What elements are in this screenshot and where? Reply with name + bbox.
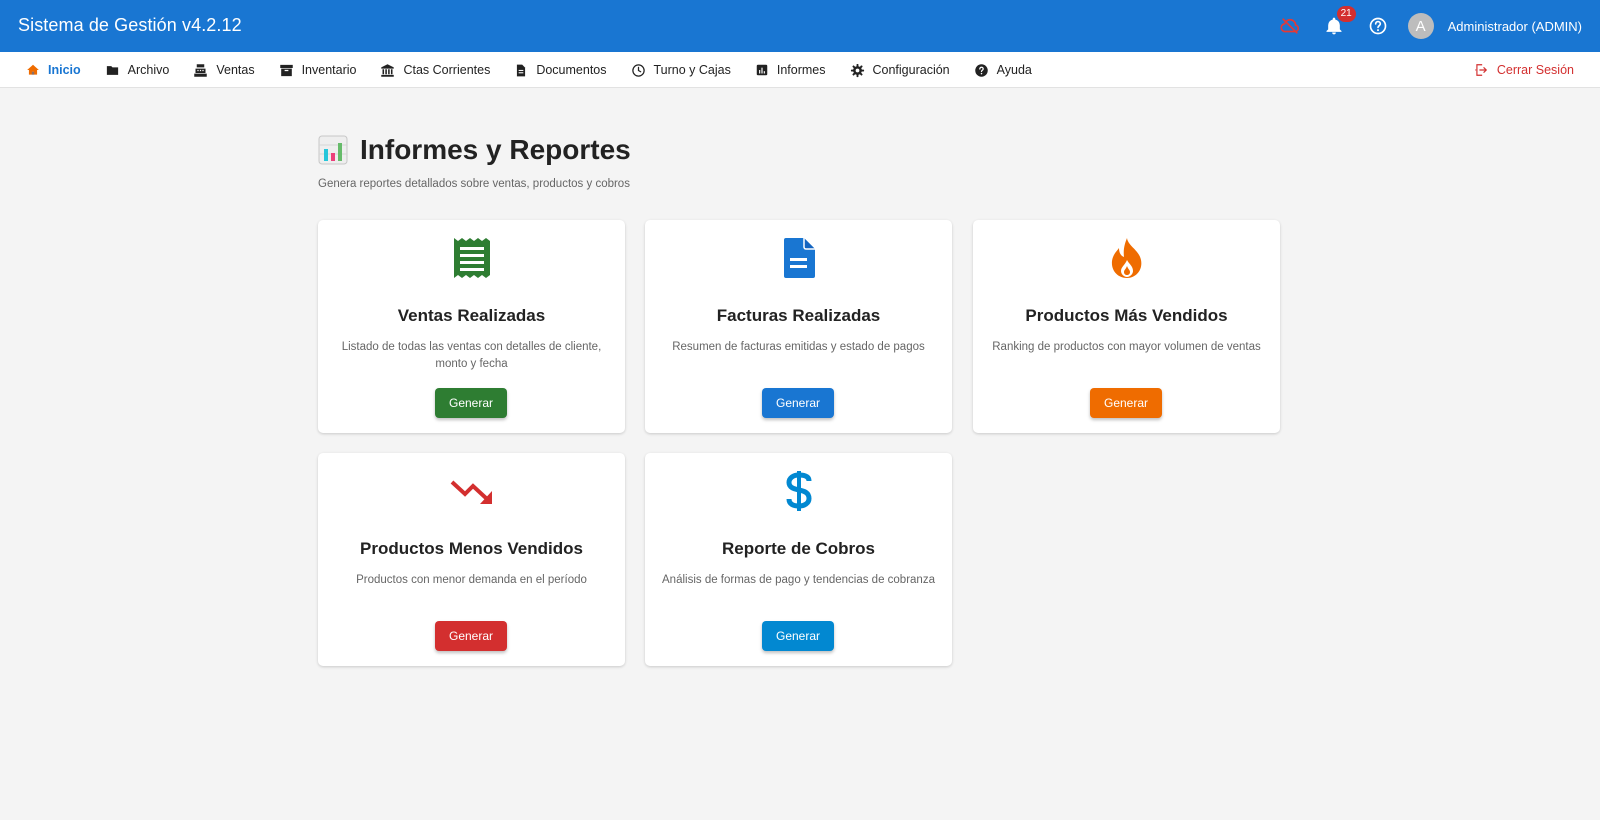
cash-register-icon xyxy=(194,63,208,77)
nav-item-documentos[interactable]: Documentos xyxy=(502,52,618,88)
report-card-reporte-de-cobros: Reporte de Cobros Análisis de formas de … xyxy=(645,453,952,666)
generar-ventas-button[interactable]: Generar xyxy=(435,388,507,418)
bank-icon xyxy=(381,63,395,77)
card-description: Resumen de facturas emitidas y estado de… xyxy=(672,341,925,353)
bar-chart-icon xyxy=(756,64,768,76)
nav-item-configuracion[interactable]: Configuración xyxy=(838,52,962,88)
app-bar-actions: 21 A Administrador (ADMIN) xyxy=(1260,0,1582,52)
invoice-icon xyxy=(783,238,815,278)
generar-mas-vendidos-button[interactable]: Generar xyxy=(1090,388,1162,418)
avatar[interactable]: A xyxy=(1407,13,1434,39)
report-card-productos-mas-vendidos: Productos Más Vendidos Ranking de produc… xyxy=(973,220,1280,433)
report-card-productos-menos-vendidos: Productos Menos Vendidos Productos con m… xyxy=(318,453,625,666)
card-description: Ranking de productos con mayor volumen d… xyxy=(992,341,1261,353)
nav-item-ayuda[interactable]: Ayuda xyxy=(962,52,1044,88)
nav-item-label: Ayuda xyxy=(996,63,1032,77)
generar-menos-vendidos-button[interactable]: Generar xyxy=(435,621,507,651)
card-title: Facturas Realizadas xyxy=(716,306,881,325)
card-title: Productos Menos Vendidos xyxy=(360,539,583,558)
receipt-icon xyxy=(453,238,490,278)
nav-item-label: Ctas Corrientes xyxy=(403,63,491,77)
page-subtitle: Genera reportes detallados sobre ventas,… xyxy=(318,178,630,190)
report-card-ventas-realizadas: Ventas Realizadas Listado de todas las v… xyxy=(318,220,625,433)
nav-item-label: Informes xyxy=(776,63,826,77)
nav-item-inicio[interactable]: Inicio xyxy=(14,52,93,88)
help-icon xyxy=(974,63,988,77)
generar-facturas-button[interactable]: Generar xyxy=(762,388,834,418)
nav-item-label: Turno y Cajas xyxy=(653,63,731,77)
notifications-button[interactable]: 21 xyxy=(1320,6,1356,40)
card-title: Productos Más Vendidos xyxy=(1025,306,1228,325)
fire-icon xyxy=(1111,238,1141,278)
page-heading: Informes y Reportes xyxy=(318,134,631,166)
generar-cobros-button[interactable]: Generar xyxy=(762,621,834,651)
logout-icon xyxy=(1475,64,1487,76)
app-bar: Sistema de Gestión v4.2.12 21 A Administ… xyxy=(0,0,1600,52)
nav-item-label: Documentos xyxy=(536,63,607,77)
nav-item-label: Inventario xyxy=(301,63,357,77)
dollar-icon xyxy=(785,471,812,511)
card-title: Ventas Realizadas xyxy=(397,306,546,325)
clock-icon xyxy=(631,63,645,77)
nav-item-informes[interactable]: Informes xyxy=(743,52,838,88)
nav-item-label: Archivo xyxy=(127,63,170,77)
card-title: Reporte de Cobros xyxy=(721,539,876,558)
gear-icon xyxy=(850,63,864,77)
nav-bar: Inicio Archivo Ventas Inventario Ctas Co… xyxy=(0,52,1600,88)
nav-item-label: Inicio xyxy=(48,63,81,77)
trending-down-icon xyxy=(450,480,492,504)
nav-item-label: Configuración xyxy=(872,63,950,77)
report-card-facturas-realizadas: Facturas Realizadas Resumen de facturas … xyxy=(645,220,952,433)
nav-items: Inicio Archivo Ventas Inventario Ctas Co… xyxy=(14,52,1044,88)
folder-icon xyxy=(106,65,118,75)
bar-chart-icon xyxy=(318,135,348,165)
card-description: Productos con menor demanda en el períod… xyxy=(356,574,587,586)
home-icon xyxy=(27,64,39,75)
card-description: Listado de todas las ventas con detalles… xyxy=(341,341,602,370)
nav-item-ventas[interactable]: Ventas xyxy=(181,52,266,88)
nav-item-archivo[interactable]: Archivo xyxy=(93,52,182,88)
nav-item-turno-y-cajas[interactable]: Turno y Cajas xyxy=(619,52,743,88)
logout-label: Cerrar Sesión xyxy=(1496,63,1574,77)
nav-item-inventario[interactable]: Inventario xyxy=(267,52,369,88)
user-name[interactable]: Administrador (ADMIN) xyxy=(1448,19,1582,34)
nav-item-ctas-corrientes[interactable]: Ctas Corrientes xyxy=(368,52,502,88)
help-circle-icon[interactable] xyxy=(1364,12,1392,40)
logout-button[interactable]: Cerrar Sesión xyxy=(1474,52,1574,88)
page-title: Informes y Reportes xyxy=(360,134,631,165)
card-description: Análisis de formas de pago y tendencias … xyxy=(662,574,935,586)
document-icon xyxy=(517,64,526,76)
cloud-off-icon[interactable] xyxy=(1276,12,1304,40)
archive-box-icon xyxy=(279,64,293,76)
notifications-badge: 21 xyxy=(1336,6,1356,22)
app-title: Sistema de Gestión v4.2.12 xyxy=(18,15,242,35)
nav-item-label: Ventas xyxy=(216,63,255,77)
